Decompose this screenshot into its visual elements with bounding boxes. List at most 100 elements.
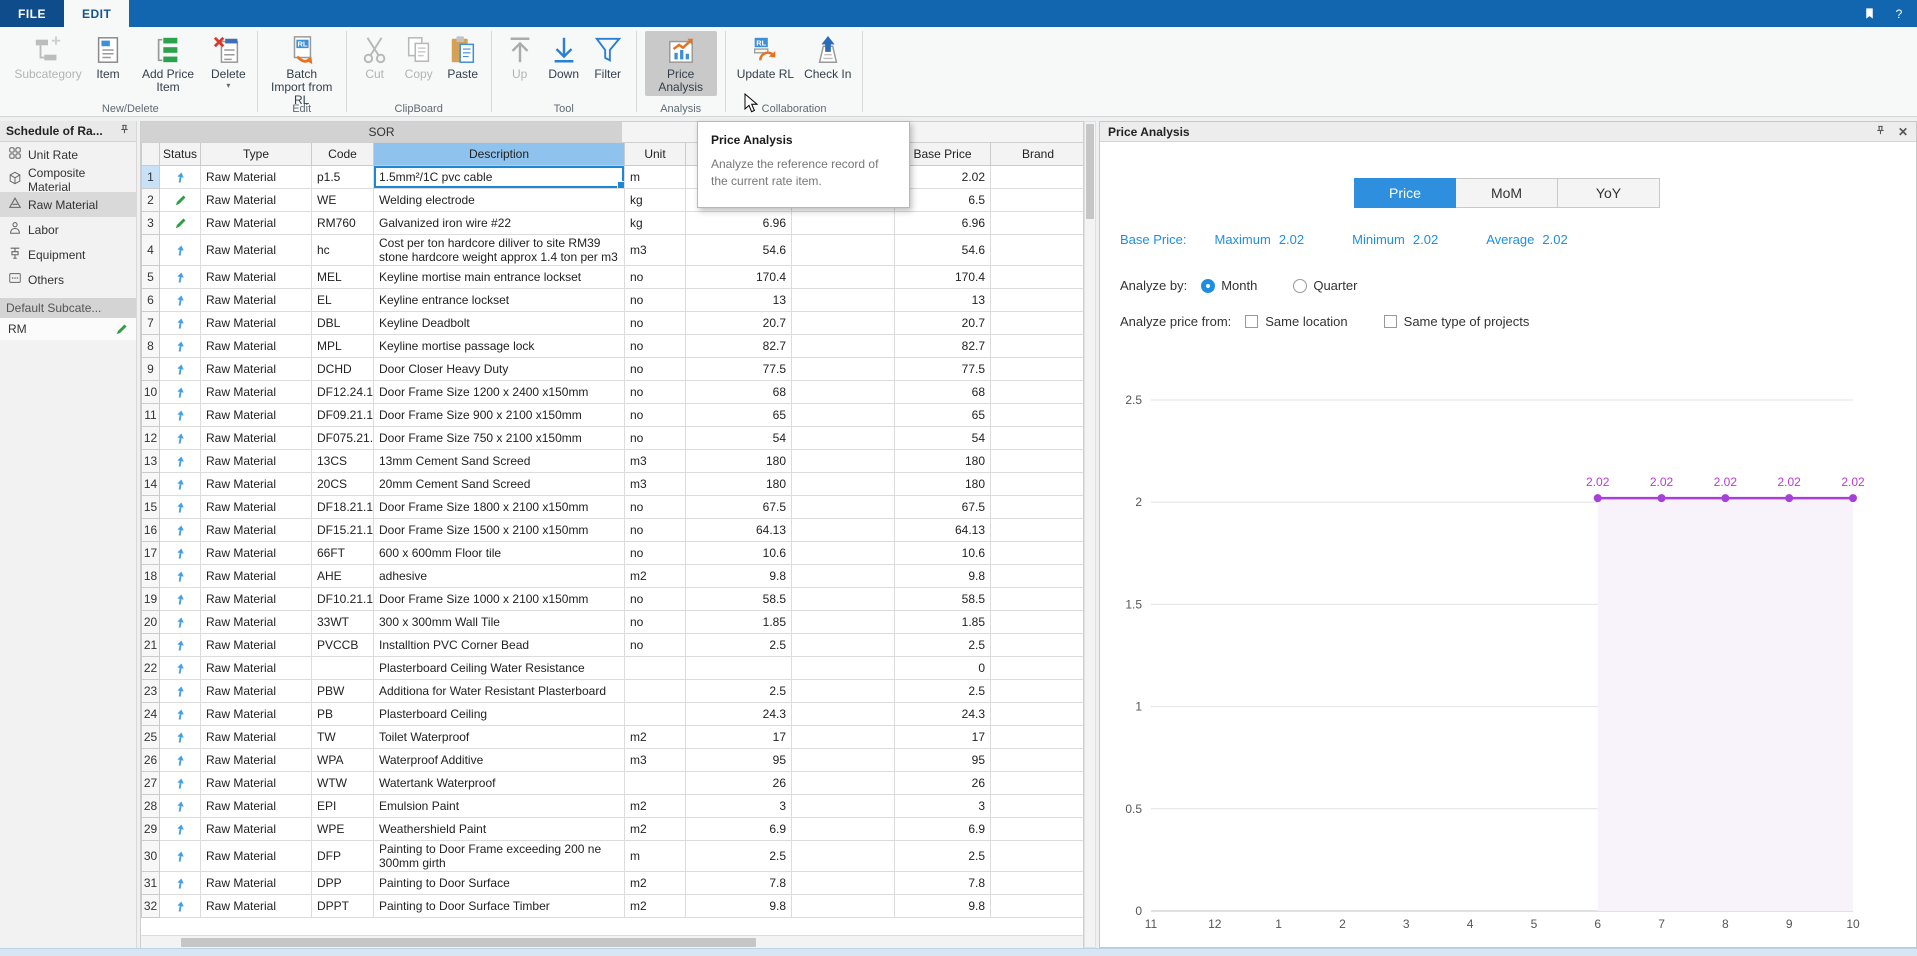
table-row[interactable]: 20Raw Material33WT300 x 300mm Wall Tilen… xyxy=(142,610,1084,633)
table-row[interactable]: 24Raw MaterialPBPlasterboard Ceiling24.3… xyxy=(142,702,1084,725)
column-header-brand[interactable]: Brand xyxy=(991,143,1084,165)
blank-cell[interactable] xyxy=(792,679,895,702)
delete-button[interactable]: Delete▾ xyxy=(208,31,249,92)
brand-cell[interactable] xyxy=(991,211,1084,234)
unit-cell[interactable]: m2 xyxy=(625,817,686,840)
checkbox-same-type[interactable]: Same type of projects xyxy=(1384,314,1530,329)
type-cell[interactable]: Raw Material xyxy=(201,610,312,633)
unit-cell[interactable]: m2 xyxy=(625,564,686,587)
pin-status-icon[interactable] xyxy=(160,449,201,472)
unit-cell[interactable]: m2 xyxy=(625,794,686,817)
blank-cell[interactable] xyxy=(792,610,895,633)
sidebar-item-composite-material[interactable]: Composite Material xyxy=(0,167,136,192)
table-row[interactable]: 29Raw MaterialWPEWeathershield Paintm26.… xyxy=(142,817,1084,840)
price-cell[interactable]: 2.5 xyxy=(686,633,792,656)
row-number-cell[interactable]: 2 xyxy=(142,188,160,211)
type-cell[interactable]: Raw Material xyxy=(201,311,312,334)
batch-import-from-rl-button[interactable]: RLBatch Import from RL xyxy=(266,31,338,109)
column-header-status[interactable]: Status xyxy=(160,143,201,165)
brand-cell[interactable] xyxy=(991,817,1084,840)
row-number-cell[interactable]: 24 xyxy=(142,702,160,725)
brand-cell[interactable] xyxy=(991,472,1084,495)
row-number-cell[interactable]: 23 xyxy=(142,679,160,702)
row-number-cell[interactable]: 18 xyxy=(142,564,160,587)
unit-cell[interactable]: m2 xyxy=(625,871,686,894)
base-price-cell[interactable]: 180 xyxy=(895,449,991,472)
type-cell[interactable]: Raw Material xyxy=(201,380,312,403)
code-cell[interactable]: PVCCB xyxy=(312,633,374,656)
base-price-cell[interactable]: 26 xyxy=(895,771,991,794)
type-cell[interactable]: Raw Material xyxy=(201,564,312,587)
sidebar-item-labor[interactable]: Labor xyxy=(0,217,136,242)
table-row[interactable]: 26Raw MaterialWPAWaterproof Additivem395… xyxy=(142,748,1084,771)
table-row[interactable]: 5Raw MaterialMELKeyline mortise main ent… xyxy=(142,265,1084,288)
table-row[interactable]: 3Raw MaterialRM760Galvanized iron wire #… xyxy=(142,211,1084,234)
pin-status-icon[interactable] xyxy=(160,771,201,794)
type-cell[interactable]: Raw Material xyxy=(201,541,312,564)
row-number-cell[interactable]: 19 xyxy=(142,587,160,610)
row-number-cell[interactable]: 30 xyxy=(142,840,160,871)
pin-status-icon[interactable] xyxy=(160,426,201,449)
brand-cell[interactable] xyxy=(991,771,1084,794)
blank-cell[interactable] xyxy=(792,518,895,541)
tab-price[interactable]: Price xyxy=(1354,178,1456,208)
item-button[interactable]: Item xyxy=(88,31,128,83)
column-header-blank-0[interactable] xyxy=(142,143,160,165)
price-cell[interactable]: 20.7 xyxy=(686,311,792,334)
unit-cell[interactable]: no xyxy=(625,311,686,334)
base-price-cell[interactable]: 54 xyxy=(895,426,991,449)
description-cell[interactable]: Door Frame Size 1000 x 2100 x150mm xyxy=(374,587,625,610)
type-cell[interactable]: Raw Material xyxy=(201,403,312,426)
blank-cell[interactable] xyxy=(792,288,895,311)
blank-cell[interactable] xyxy=(792,894,895,917)
table-row[interactable]: 11Raw MaterialDF09.21.1Door Frame Size 9… xyxy=(142,403,1084,426)
type-cell[interactable]: Raw Material xyxy=(201,188,312,211)
brand-cell[interactable] xyxy=(991,656,1084,679)
brand-cell[interactable] xyxy=(991,894,1084,917)
type-cell[interactable]: Raw Material xyxy=(201,472,312,495)
column-header-unit[interactable]: Unit xyxy=(625,143,686,165)
down-button[interactable]: Down xyxy=(544,31,584,83)
type-cell[interactable]: Raw Material xyxy=(201,288,312,311)
pin-status-icon[interactable] xyxy=(160,472,201,495)
code-cell[interactable]: DPPT xyxy=(312,894,374,917)
type-cell[interactable]: Raw Material xyxy=(201,334,312,357)
pin-status-icon[interactable] xyxy=(160,541,201,564)
description-cell[interactable]: Weathershield Paint xyxy=(374,817,625,840)
description-cell[interactable]: Welding electrode xyxy=(374,188,625,211)
type-cell[interactable]: Raw Material xyxy=(201,702,312,725)
pin-status-icon[interactable] xyxy=(160,564,201,587)
base-price-cell[interactable]: 1.85 xyxy=(895,610,991,633)
row-number-cell[interactable]: 8 xyxy=(142,334,160,357)
pin-status-icon[interactable] xyxy=(160,748,201,771)
price-cell[interactable]: 9.8 xyxy=(686,564,792,587)
pin-status-icon[interactable] xyxy=(160,679,201,702)
copy-button[interactable]: Copy xyxy=(399,31,439,83)
cut-button[interactable]: Cut xyxy=(355,31,395,83)
table-row[interactable]: 7Raw MaterialDBLKeyline Deadboltno20.720… xyxy=(142,311,1084,334)
unit-cell[interactable]: no xyxy=(625,265,686,288)
type-cell[interactable]: Raw Material xyxy=(201,871,312,894)
description-cell[interactable]: Watertank Waterproof xyxy=(374,771,625,794)
blank-cell[interactable] xyxy=(792,311,895,334)
type-cell[interactable]: Raw Material xyxy=(201,357,312,380)
brand-cell[interactable] xyxy=(991,357,1084,380)
base-price-cell[interactable]: 95 xyxy=(895,748,991,771)
description-cell[interactable]: Keyline entrance lockset xyxy=(374,288,625,311)
unit-cell[interactable]: m3 xyxy=(625,234,686,265)
table-row[interactable]: 4Raw MaterialhcCost per ton hardcore dil… xyxy=(142,234,1084,265)
code-cell[interactable]: RM760 xyxy=(312,211,374,234)
description-cell[interactable]: Plasterboard Ceiling xyxy=(374,702,625,725)
brand-cell[interactable] xyxy=(991,518,1084,541)
code-cell[interactable] xyxy=(312,656,374,679)
brand-cell[interactable] xyxy=(991,311,1084,334)
sidebar-item-others[interactable]: Others xyxy=(0,267,136,292)
brand-cell[interactable] xyxy=(991,541,1084,564)
base-price-cell[interactable]: 170.4 xyxy=(895,265,991,288)
unit-cell[interactable]: no xyxy=(625,518,686,541)
price-cell[interactable]: 6.9 xyxy=(686,817,792,840)
description-cell[interactable]: 20mm Cement Sand Screed xyxy=(374,472,625,495)
sor-group-header[interactable]: SOR xyxy=(141,122,622,142)
type-cell[interactable]: Raw Material xyxy=(201,587,312,610)
code-cell[interactable]: EPI xyxy=(312,794,374,817)
